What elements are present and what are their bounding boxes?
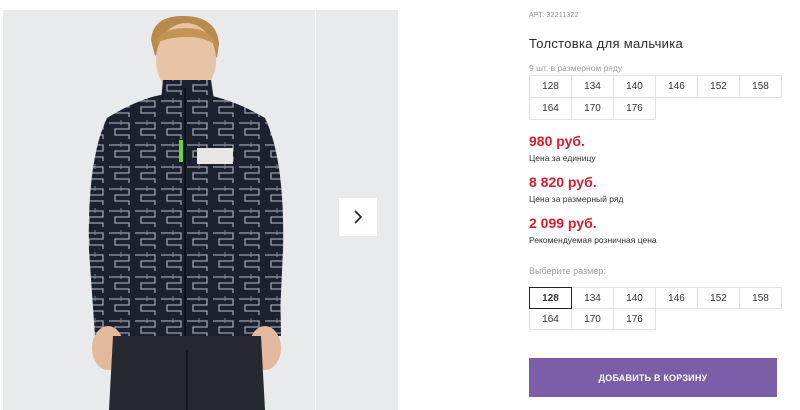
- pack-size-cell: 128: [529, 75, 572, 98]
- size-pack-caption: 9 шт. в размерном ряду: [529, 63, 623, 73]
- pack-size-cell: 170: [571, 97, 614, 120]
- next-photo-button[interactable]: [339, 198, 377, 236]
- size-option-selected[interactable]: 128: [529, 287, 572, 309]
- size-option[interactable]: 164: [529, 308, 572, 330]
- size-option[interactable]: 134: [571, 287, 614, 309]
- retail-price: 2 099 руб.: [529, 215, 597, 231]
- pack-size-cell: 176: [613, 97, 656, 120]
- size-option[interactable]: 140: [613, 287, 656, 309]
- chevron-right-icon: [354, 210, 363, 224]
- product-title: Толстовка для мальчика: [529, 36, 684, 51]
- pack-size-cell: 146: [655, 75, 698, 98]
- size-pack-price-caption: Цена за размерный ряд: [529, 194, 624, 204]
- retail-price-caption: Рекомендуемая розничная цена: [529, 235, 657, 245]
- pack-size-cell: 134: [571, 75, 614, 98]
- unit-price-caption: Цена за единицу: [529, 153, 596, 163]
- product-gallery: [0, 0, 398, 410]
- pack-size-cell: 158: [739, 75, 782, 98]
- size-option[interactable]: 146: [655, 287, 698, 309]
- unit-price: 980 руб.: [529, 133, 585, 149]
- product-sku: АРТ. 32211322: [529, 12, 579, 19]
- size-pack-price: 8 820 руб.: [529, 174, 597, 190]
- size-pack-grid: 128 134 140 146 152 158 164 170 176: [529, 75, 782, 120]
- size-option[interactable]: 170: [571, 308, 614, 330]
- size-selector: 128 134 140 146 152 158 164 170 176: [529, 287, 782, 330]
- size-option[interactable]: 176: [613, 308, 656, 330]
- product-photo: [3, 10, 315, 410]
- boy-in-jacket-illustration: [88, 15, 284, 410]
- pack-size-cell: 152: [697, 75, 740, 98]
- pack-size-cell: 164: [529, 97, 572, 120]
- size-option[interactable]: 152: [697, 287, 740, 309]
- choose-size-label: Выберите размер:: [529, 266, 606, 276]
- pack-size-cell: 140: [613, 75, 656, 98]
- size-option[interactable]: 158: [739, 287, 782, 309]
- add-to-cart-button[interactable]: ДОБАВИТЬ В КОРЗИНУ: [529, 358, 777, 397]
